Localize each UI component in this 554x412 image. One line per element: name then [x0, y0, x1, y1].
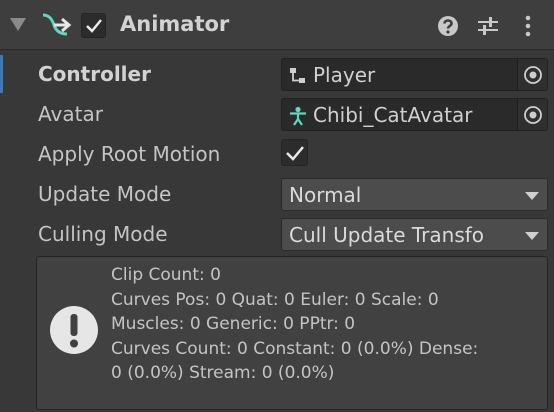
info-line: Clip Count: 0: [111, 265, 221, 285]
avatar-label: Avatar: [38, 102, 103, 126]
controller-label: Controller: [38, 62, 151, 86]
culling-mode-value: Cull Update Transfo: [289, 223, 485, 247]
update-mode-label: Update Mode: [38, 182, 172, 206]
object-picker-icon: [524, 66, 542, 84]
check-icon: [286, 146, 304, 161]
culling-mode-dropdown[interactable]: Cull Update Transfo: [281, 218, 548, 251]
info-lines: Clip Count: 0 Curves Pos: 0 Quat: 0 Eule…: [111, 263, 478, 386]
component-title: Animator: [120, 12, 230, 36]
apply-root-motion-label: Apply Root Motion: [38, 142, 221, 166]
avatar-field[interactable]: Chibi_CatAvatar: [281, 98, 548, 131]
controller-picker-button[interactable]: [517, 59, 547, 90]
info-line: 0 (0.0%) Stream: 0 (0.0%): [111, 363, 335, 383]
check-icon: [86, 19, 102, 33]
controller-field[interactable]: Player: [281, 58, 548, 91]
avatar-icon: [290, 106, 306, 126]
selection-indicator: [0, 55, 3, 93]
avatar-picker-button[interactable]: [517, 99, 547, 130]
info-line: Curves Count: 0 Constant: 0 (0.0%) Dense…: [111, 338, 479, 359]
avatar-value: Chibi_CatAvatar: [313, 103, 473, 127]
help-icon[interactable]: [436, 14, 460, 38]
component-enabled-checkbox[interactable]: [81, 13, 106, 38]
warning-icon: [50, 306, 98, 354]
animator-icon: [42, 13, 72, 36]
controller-value: Player: [313, 63, 376, 87]
culling-mode-label: Culling Mode: [38, 222, 168, 246]
chevron-down-icon: [525, 232, 539, 240]
component-header[interactable]: Animator: [0, 0, 554, 50]
animator-info-box: Clip Count: 0 Curves Pos: 0 Quat: 0 Eule…: [36, 256, 548, 410]
apply-root-motion-checkbox[interactable]: [281, 139, 308, 166]
chevron-down-icon: [525, 192, 539, 200]
update-mode-dropdown[interactable]: Normal: [281, 178, 548, 211]
presets-icon[interactable]: [476, 14, 500, 38]
update-mode-value: Normal: [289, 183, 362, 207]
animator-controller-icon: [290, 68, 305, 83]
info-line: Curves Pos: 0 Quat: 0 Euler: 0 Scale: 0: [111, 289, 439, 310]
info-line: Muscles: 0 Generic: 0 PPtr: 0: [111, 314, 356, 334]
triangle-down-icon[interactable]: [10, 18, 26, 31]
kebab-menu-icon[interactable]: [516, 14, 540, 38]
object-picker-icon: [524, 106, 542, 124]
